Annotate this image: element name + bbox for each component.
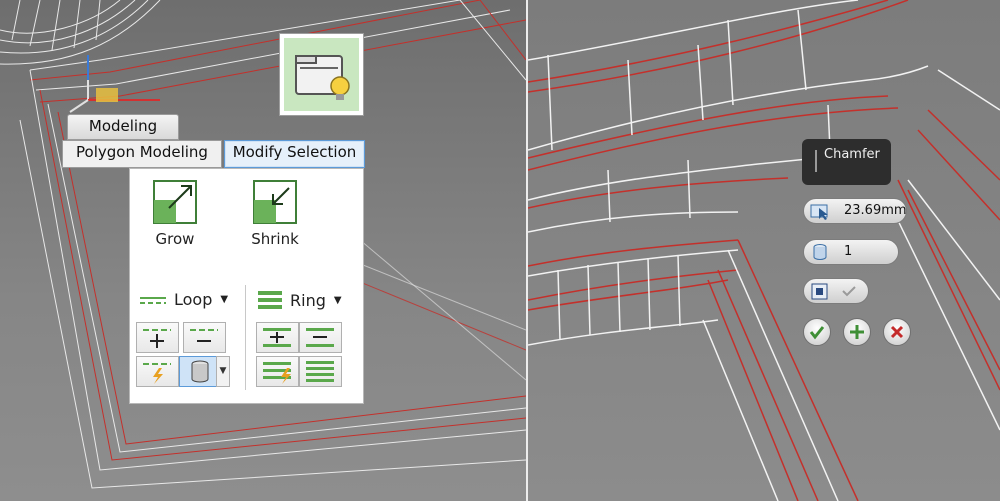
chamfer-amount-icon — [810, 204, 828, 220]
shrink-selection-icon — [253, 180, 297, 224]
open-folder-bulb-icon — [295, 55, 350, 100]
cylinder-icon — [191, 360, 209, 383]
ring-icon — [258, 291, 282, 309]
loop-grow-icon — [143, 329, 171, 348]
ring-grow-button[interactable] — [256, 322, 299, 353]
chamfer-amount-field[interactable]: 23.69mm — [803, 198, 907, 224]
cylinder-dropdown-icon[interactable]: ▼ — [216, 356, 230, 387]
ring-shrink-icon — [306, 328, 334, 347]
loop-lightning-icon — [143, 363, 171, 384]
chamfer-amount-value: 23.69mm — [844, 203, 907, 218]
loop-split-button[interactable]: Loop ▼ — [140, 290, 228, 309]
ring-all-icon — [306, 361, 334, 382]
ring-grow-icon — [263, 328, 291, 347]
tab-modify-selection[interactable]: Modify Selection — [224, 140, 365, 168]
open-chamfer-icon — [811, 283, 828, 300]
loop-dropdown-icon[interactable]: ▼ — [220, 294, 228, 305]
loop-label: Loop — [174, 290, 213, 309]
tab-polygon-modeling[interactable]: Polygon Modeling — [62, 140, 222, 168]
ring-dropdown-icon[interactable]: ▼ — [334, 295, 342, 306]
open-folder-tile[interactable] — [279, 33, 364, 116]
ring-select-button[interactable] — [299, 356, 342, 387]
transform-gizmo — [69, 55, 160, 113]
check-disabled-icon — [842, 286, 856, 297]
apply-and-continue-button[interactable] — [843, 318, 871, 346]
check-icon — [809, 326, 825, 340]
loop-grow-button[interactable] — [136, 322, 179, 353]
chamfer-title-label: Chamfer — [824, 147, 880, 162]
ring-label: Ring — [290, 290, 326, 310]
caddy-handle-icon — [815, 150, 817, 172]
grow-label: Grow — [155, 230, 195, 248]
plus-icon — [850, 325, 864, 339]
chamfer-segments-value: 1 — [844, 244, 853, 259]
loop-mode-button[interactable] — [136, 356, 179, 387]
chamfer-caddy-title[interactable]: Chamfer — [802, 139, 891, 185]
shrink-button[interactable]: Shrink — [240, 172, 310, 252]
close-icon — [890, 325, 904, 339]
loop-shrink-icon — [190, 329, 218, 342]
cancel-button[interactable] — [883, 318, 911, 346]
grow-selection-icon — [153, 180, 197, 224]
chamfer-segments-icon — [813, 244, 827, 260]
chamfer-open-toggle[interactable] — [803, 278, 869, 304]
grow-button[interactable]: Grow — [140, 172, 210, 252]
ring-shrink-button[interactable] — [299, 322, 342, 353]
ring-lightning-icon — [263, 362, 291, 384]
tab-modeling[interactable]: Modeling — [67, 114, 179, 140]
ring-mode-button[interactable] — [256, 356, 299, 387]
chamfer-segments-field[interactable]: 1 — [803, 239, 899, 265]
right-viewport[interactable] — [528, 0, 1000, 501]
right-wireframe-mesh — [528, 0, 1000, 501]
ring-split-button[interactable]: Ring ▼ — [258, 290, 342, 310]
ok-button[interactable] — [803, 318, 831, 346]
loop-icon — [140, 296, 166, 304]
loop-shrink-button[interactable] — [183, 322, 226, 353]
panel-separator — [245, 285, 246, 390]
shrink-label: Shrink — [251, 230, 299, 248]
